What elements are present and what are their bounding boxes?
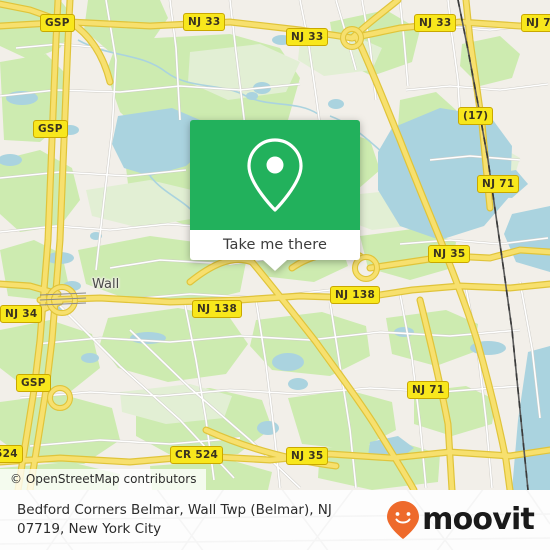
popup-action-bar[interactable]: Take me there xyxy=(190,230,360,271)
road-shield-nj-33[interactable]: NJ 33 xyxy=(286,28,329,46)
road-shield-nj-71[interactable]: NJ 71 xyxy=(521,14,550,32)
road-shield-nj-34[interactable]: NJ 34 xyxy=(0,305,43,323)
osm-attribution[interactable]: © OpenStreetMap contributors xyxy=(0,469,207,490)
moovit-brand[interactable]: moovit xyxy=(386,500,535,540)
road-shield-nj-33[interactable]: NJ 33 xyxy=(414,14,457,32)
road-shield-nj-33[interactable]: NJ 33 xyxy=(183,13,226,31)
take-me-there-label: Take me there xyxy=(222,237,328,253)
location-title-line-1: Bedford Corners Belmar, Wall Twp (Belmar… xyxy=(17,502,332,518)
moovit-smiley-pin-icon xyxy=(387,501,420,539)
road-shield-nj-138[interactable]: NJ 138 xyxy=(330,286,381,304)
road-shield-gsp[interactable]: GSP xyxy=(16,374,51,392)
road-shield-nj-35[interactable]: NJ 35 xyxy=(286,447,329,465)
road-shield-cr-524[interactable]: 524 xyxy=(0,445,23,463)
map-pin-icon xyxy=(247,138,303,212)
location-popup[interactable]: Take me there xyxy=(190,120,360,271)
location-title: Bedford Corners Belmar, Wall Twp (Belmar… xyxy=(17,501,332,539)
road-shield-17[interactable]: (17) xyxy=(458,107,494,125)
popup-pointer xyxy=(263,260,287,271)
road-shield-gsp[interactable]: GSP xyxy=(40,14,75,32)
location-title-line-2: 07719, New York City xyxy=(17,521,162,537)
moovit-map-screenshot: Wall GSP NJ 33 NJ 33 NJ 33 NJ 71 GSP (17… xyxy=(0,0,550,550)
road-shield-nj-71[interactable]: NJ 71 xyxy=(407,381,450,399)
moovit-wordmark: moovit xyxy=(422,502,535,537)
road-shield-nj-138[interactable]: NJ 138 xyxy=(192,300,243,318)
road-shield-cr-524[interactable]: CR 524 xyxy=(170,446,224,464)
popup-image-area xyxy=(190,120,360,230)
place-label-wall: Wall xyxy=(92,277,120,292)
road-shield-gsp[interactable]: GSP xyxy=(33,120,68,138)
footer-bar: Bedford Corners Belmar, Wall Twp (Belmar… xyxy=(0,490,550,550)
map-canvas[interactable]: Wall GSP NJ 33 NJ 33 NJ 33 NJ 71 GSP (17… xyxy=(0,0,550,490)
road-shield-nj-35[interactable]: NJ 35 xyxy=(428,245,471,263)
road-shield-nj-71[interactable]: NJ 71 xyxy=(477,175,520,193)
